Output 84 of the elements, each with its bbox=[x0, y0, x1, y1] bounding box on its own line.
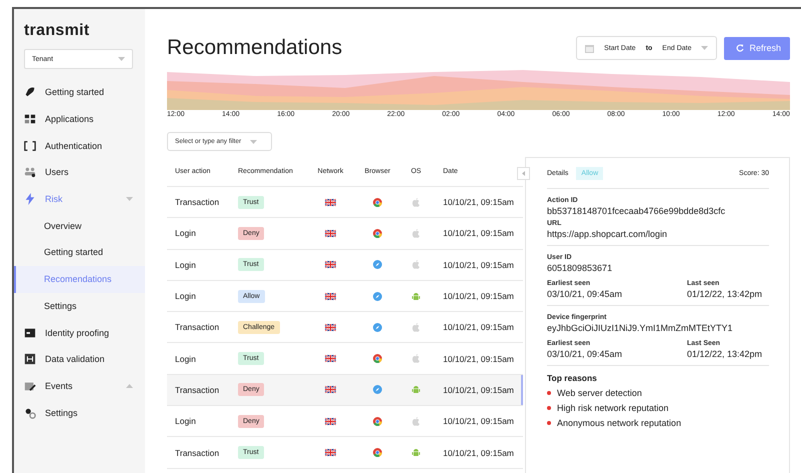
collapse-button[interactable] bbox=[517, 167, 530, 180]
table-cell-text: Transaction bbox=[174, 197, 220, 208]
compass-icon bbox=[373, 385, 382, 394]
field-value: eyJhbGciOiJIUzI1NiJ9.YmI1MmZmMTEtYTY1 bbox=[547, 323, 734, 333]
flag-icon bbox=[325, 355, 336, 362]
compass-icon bbox=[373, 260, 382, 270]
table-cell-text: 10/10/21, 09:15am bbox=[442, 228, 515, 238]
sidebar-item[interactable]: Events bbox=[14, 372, 145, 400]
bolt-icon bbox=[24, 193, 36, 206]
compass-icon bbox=[373, 292, 382, 301]
caret-icon bbox=[250, 140, 258, 144]
table-cell-text: 10/10/21, 09:15am bbox=[442, 354, 515, 364]
caret-icon bbox=[522, 171, 525, 176]
submenu-item[interactable]: Overview bbox=[14, 212, 145, 240]
table-cell-text: 10/10/21, 09:15am bbox=[442, 384, 515, 395]
apple-icon bbox=[412, 322, 420, 332]
users-icon bbox=[24, 166, 36, 178]
android-icon bbox=[412, 448, 420, 458]
bullet-dot bbox=[547, 406, 551, 410]
bullet-dot bbox=[547, 391, 551, 395]
caret-icon bbox=[701, 46, 708, 50]
table-cell-text: 10/10/21, 09:15am bbox=[442, 448, 515, 458]
table-cell-text: Login bbox=[174, 416, 197, 426]
page-title: Recommendations bbox=[167, 36, 344, 60]
section-title: Top reasons bbox=[547, 373, 598, 383]
reason-text: Anonymous network reputation bbox=[557, 418, 682, 428]
table-cell-text: 10/10/21, 09:15am bbox=[442, 322, 515, 332]
flag-icon bbox=[325, 292, 336, 300]
chrome-icon bbox=[373, 354, 382, 364]
submenu-item[interactable]: Getting started bbox=[14, 239, 145, 266]
flag-icon bbox=[325, 324, 336, 331]
android-icon bbox=[412, 385, 420, 394]
grid-icon bbox=[24, 113, 36, 126]
chrome-icon bbox=[373, 198, 382, 207]
sidebar-item[interactable]: Identity proofing bbox=[14, 319, 145, 346]
table-cell-text: Login bbox=[174, 260, 197, 270]
table-cell-text: Transaction bbox=[174, 384, 220, 395]
chrome-icon bbox=[373, 416, 382, 426]
field-value: 03/10/21, 09:45am bbox=[547, 289, 624, 299]
caret-icon bbox=[118, 57, 125, 61]
flag-icon bbox=[325, 261, 336, 268]
chrome-icon bbox=[373, 228, 382, 238]
apple-icon bbox=[412, 416, 420, 426]
sidebar-item[interactable]: Applications bbox=[14, 106, 145, 132]
compass-icon bbox=[373, 322, 382, 332]
field-value: 01/12/22, 13:42pm bbox=[687, 289, 764, 299]
chrome-icon bbox=[373, 448, 382, 458]
sidebar-item[interactable]: Users bbox=[14, 159, 145, 186]
refresh-icon bbox=[736, 44, 744, 52]
field-value: 03/10/21, 09:45am bbox=[547, 349, 624, 359]
sidebar-item[interactable]: Getting started bbox=[14, 79, 145, 106]
brand-logo: transmit bbox=[24, 22, 90, 40]
reason-text: High risk network reputation bbox=[557, 403, 669, 413]
android-icon bbox=[412, 292, 420, 301]
sidebar-item[interactable]: Authentication bbox=[14, 132, 145, 160]
table-cell-text: Login bbox=[174, 291, 197, 302]
sidebar-item[interactable]: Settings bbox=[14, 399, 145, 426]
field-value: https://app.shopcart.com/login bbox=[547, 229, 668, 239]
field-value: bb53718148701fcecaab4766e99bdde8d3cfc bbox=[547, 206, 726, 216]
flag-icon bbox=[325, 449, 336, 456]
apple-icon bbox=[412, 260, 420, 270]
id-card-icon bbox=[24, 326, 36, 339]
submenu-item[interactable]: Settings bbox=[14, 292, 145, 320]
apple-icon bbox=[412, 354, 420, 364]
field-value: 6051809853671 bbox=[547, 263, 614, 273]
table-cell-text: 10/10/21, 09:15am bbox=[442, 260, 515, 270]
table-cell-text: 10/10/21, 09:15am bbox=[442, 291, 515, 302]
flag-icon bbox=[325, 386, 336, 394]
bullet-dot bbox=[547, 421, 551, 425]
table-cell-text: Transaction bbox=[174, 448, 220, 458]
table-cell-text: Transaction bbox=[174, 322, 220, 332]
table-cell-text: 10/10/21, 09:15am bbox=[442, 197, 515, 208]
table-cell-text: Login bbox=[174, 354, 197, 364]
flag-icon bbox=[325, 230, 336, 237]
apple-icon bbox=[412, 228, 420, 238]
apple-icon bbox=[412, 198, 420, 207]
table-cell-text: 10/10/21, 09:15am bbox=[442, 416, 515, 426]
reason-text: Web server detection bbox=[557, 388, 642, 398]
table-cell-text: Login bbox=[174, 228, 197, 238]
field-value: 01/12/22, 13:42pm bbox=[687, 349, 764, 359]
flag-icon bbox=[325, 198, 336, 206]
sidebar-item[interactable]: Data validation bbox=[14, 346, 145, 373]
bracket-icon bbox=[24, 140, 36, 152]
flag-icon bbox=[325, 418, 336, 425]
